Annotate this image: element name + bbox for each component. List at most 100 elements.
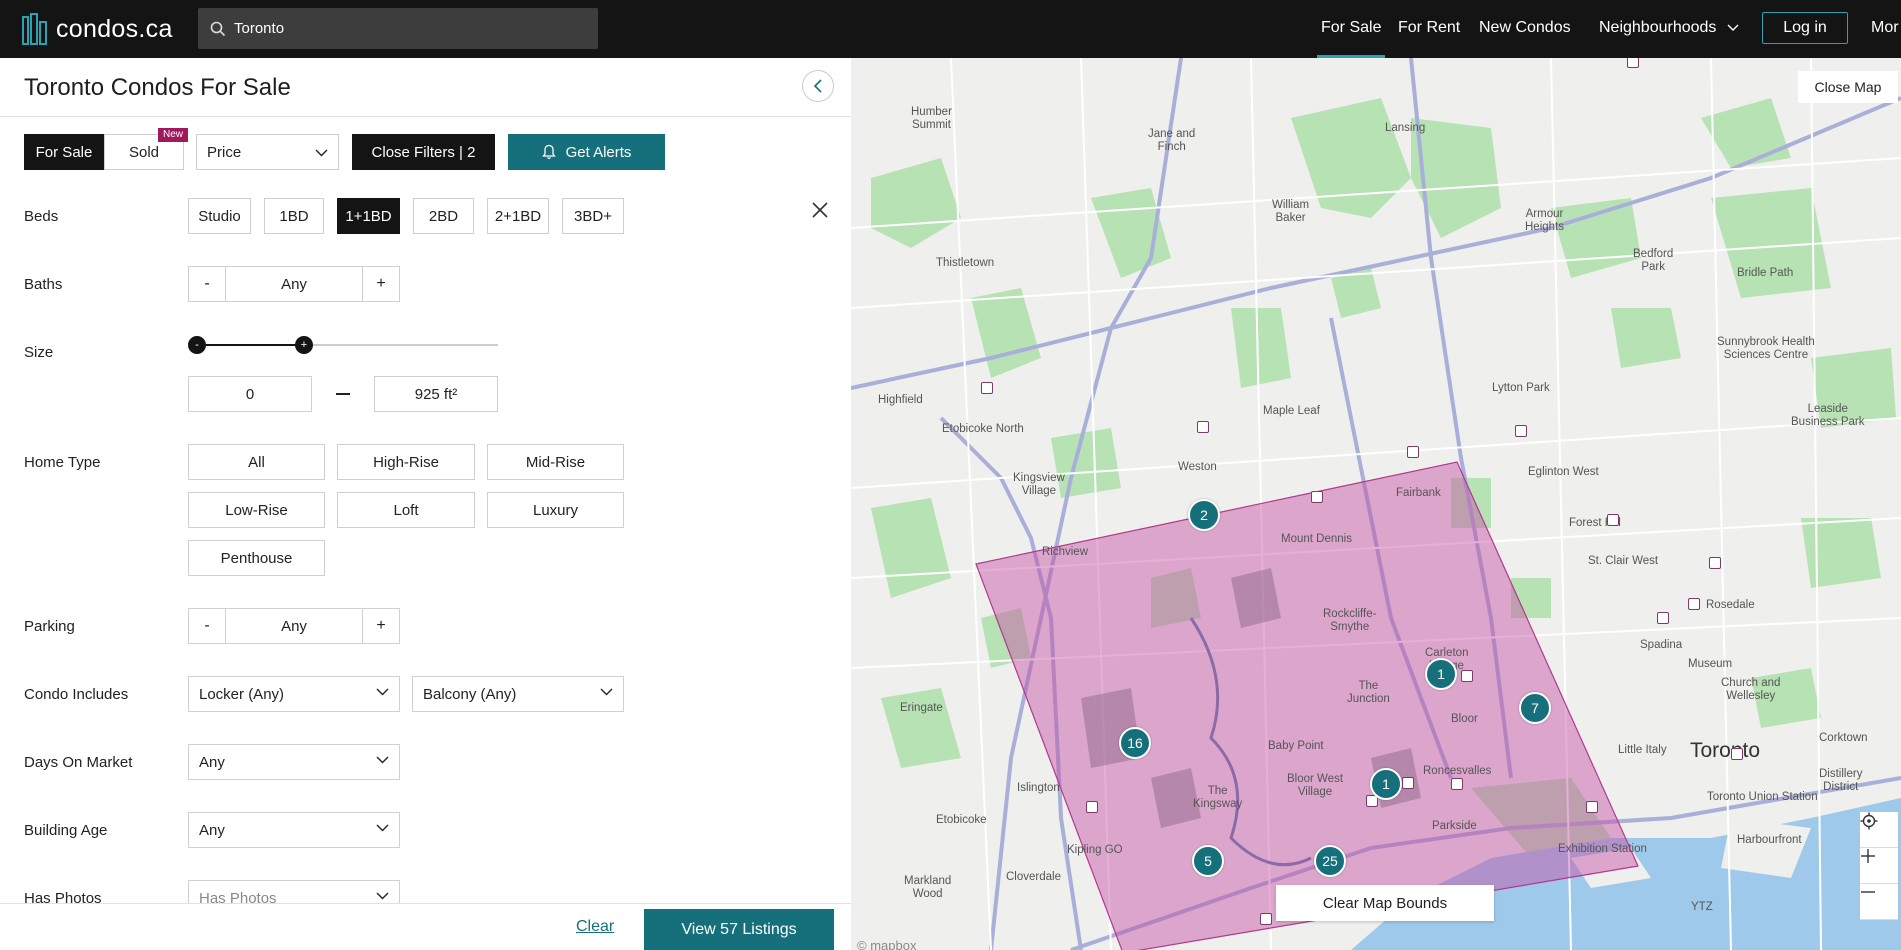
parking-increment-button[interactable]: + <box>363 609 399 643</box>
station-icon[interactable] <box>981 382 993 394</box>
listing-cluster[interactable]: 5 <box>1192 845 1224 877</box>
size-slider-max-handle[interactable]: + <box>295 336 313 354</box>
minus-icon <box>1861 891 1875 893</box>
beds-option-2plus1bd[interactable]: 2+1BD <box>487 198 549 234</box>
search-bar[interactable] <box>198 8 598 49</box>
station-icon[interactable] <box>1688 598 1700 610</box>
close-map-button[interactable]: Close Map <box>1798 71 1898 103</box>
map-label-baby-point: Baby Point <box>1268 740 1324 752</box>
search-input[interactable] <box>234 20 564 37</box>
station-icon[interactable] <box>1515 425 1527 437</box>
station-icon[interactable] <box>1709 557 1721 569</box>
parking-label: Parking <box>24 618 75 635</box>
station-icon[interactable] <box>1402 777 1414 789</box>
listing-cluster[interactable]: 1 <box>1370 768 1402 800</box>
nav-neighbourhoods[interactable]: Neighbourhoods <box>1599 0 1739 58</box>
map-label-humber-summit: Humber Summit <box>911 106 952 131</box>
map-label-junction: The Junction <box>1347 680 1390 705</box>
size-min-input[interactable]: 0 <box>188 376 312 412</box>
days-on-market-select[interactable]: Any <box>188 744 400 780</box>
search-icon <box>210 21 226 36</box>
nav-new-condos[interactable]: New Condos <box>1479 0 1571 58</box>
price-dropdown[interactable]: Price <box>196 134 339 170</box>
price-label: Price <box>207 143 242 161</box>
clear-map-bounds-button[interactable]: Clear Map Bounds <box>1276 885 1494 921</box>
close-filters-button[interactable]: Close Filters | 2 <box>352 134 495 170</box>
balcony-select[interactable]: Balcony (Any) <box>412 676 624 712</box>
station-icon[interactable] <box>1731 748 1743 760</box>
collapse-panel-button[interactable] <box>802 70 834 102</box>
station-icon[interactable] <box>1451 778 1463 790</box>
home-type-luxury[interactable]: Luxury <box>487 492 624 528</box>
station-icon[interactable] <box>1086 801 1098 813</box>
station-icon[interactable] <box>1197 421 1209 433</box>
map-label-little-italy: Little Italy <box>1618 744 1667 756</box>
map-label-church-wellesley: Church and Wellesley <box>1721 677 1781 702</box>
beds-label: Beds <box>24 208 59 225</box>
chevron-down-icon <box>376 824 389 832</box>
station-icon[interactable] <box>1461 670 1473 682</box>
listing-cluster[interactable]: 7 <box>1519 692 1551 724</box>
map-label-maple-leaf: Maple Leaf <box>1263 405 1320 417</box>
station-icon[interactable] <box>1627 58 1639 68</box>
chevron-down-icon <box>1727 24 1739 31</box>
map-label-highfield: Highfield <box>878 394 923 406</box>
nav-for-sale[interactable]: For Sale <box>1316 0 1386 58</box>
station-icon[interactable] <box>1607 514 1619 526</box>
mapbox-attribution[interactable]: © mapbox <box>857 938 916 950</box>
station-icon[interactable] <box>1657 612 1669 624</box>
beds-option-1plus1bd[interactable]: 1+1BD <box>337 198 400 234</box>
condo-includes-label: Condo Includes <box>24 686 129 703</box>
beds-option-2bd[interactable]: 2BD <box>413 198 474 234</box>
home-type-low-rise[interactable]: Low-Rise <box>188 492 325 528</box>
station-icon[interactable] <box>1260 913 1272 925</box>
crosshair-icon <box>1860 812 1878 830</box>
home-type-high-rise[interactable]: High-Rise <box>337 444 475 480</box>
view-listings-button[interactable]: View 57 Listings <box>644 909 834 950</box>
for-sale-toggle[interactable]: For Sale <box>24 134 104 170</box>
beds-option-1bd[interactable]: 1BD <box>264 198 324 234</box>
station-icon[interactable] <box>1311 491 1323 503</box>
get-alerts-button[interactable]: Get Alerts <box>508 134 665 170</box>
clear-filters-link[interactable]: Clear <box>576 918 614 936</box>
home-type-loft[interactable]: Loft <box>337 492 475 528</box>
locker-select[interactable]: Locker (Any) <box>188 676 400 712</box>
map-label-lytton-park: Lytton Park <box>1492 382 1550 394</box>
station-icon[interactable] <box>1586 801 1598 813</box>
listing-cluster[interactable]: 16 <box>1119 727 1151 759</box>
zoom-out-button[interactable] <box>1860 884 1898 920</box>
map[interactable]: Humber Summit Jane and Finch Lansing Willi… <box>851 58 1901 950</box>
baths-increment-button[interactable]: + <box>363 267 399 301</box>
bell-icon <box>541 144 556 159</box>
map-label-thistletown: Thistletown <box>936 257 995 269</box>
login-button[interactable]: Log in <box>1762 12 1848 44</box>
building-age-select[interactable]: Any <box>188 812 400 848</box>
beds-option-3bdplus[interactable]: 3BD+ <box>562 198 624 234</box>
logo[interactable]: condos.ca <box>22 12 173 46</box>
listing-cluster[interactable]: 1 <box>1425 658 1457 690</box>
nav-more[interactable]: Mor <box>1871 0 1899 58</box>
home-type-penthouse[interactable]: Penthouse <box>188 540 325 576</box>
close-icon[interactable] <box>808 198 832 222</box>
nav-for-rent[interactable]: For Rent <box>1398 0 1460 58</box>
map-label-etobicoke: Etobicoke <box>936 814 987 826</box>
days-on-market-value: Any <box>199 753 225 771</box>
station-icon[interactable] <box>1407 446 1419 458</box>
divider <box>0 116 851 117</box>
map-label-bridle-path: Bridle Path <box>1737 267 1794 279</box>
zoom-in-button[interactable] <box>1860 848 1898 884</box>
home-type-all[interactable]: All <box>188 444 325 480</box>
parking-decrement-button[interactable]: - <box>189 609 225 643</box>
listing-cluster[interactable]: 25 <box>1314 845 1346 877</box>
listing-cluster[interactable]: 2 <box>1188 499 1220 531</box>
locate-button[interactable] <box>1860 812 1898 848</box>
beds-option-studio[interactable]: Studio <box>188 198 251 234</box>
home-type-mid-rise[interactable]: Mid-Rise <box>487 444 624 480</box>
plus-icon <box>1861 849 1875 863</box>
map-label-lansing: Lansing <box>1385 122 1426 134</box>
baths-decrement-button[interactable]: - <box>189 267 225 301</box>
baths-label: Baths <box>24 276 63 293</box>
size-slider-min-handle[interactable]: - <box>188 336 206 354</box>
size-max-input[interactable]: 925 ft² <box>374 376 498 412</box>
map-label-mount-dennis: Mount Dennis <box>1281 533 1352 545</box>
